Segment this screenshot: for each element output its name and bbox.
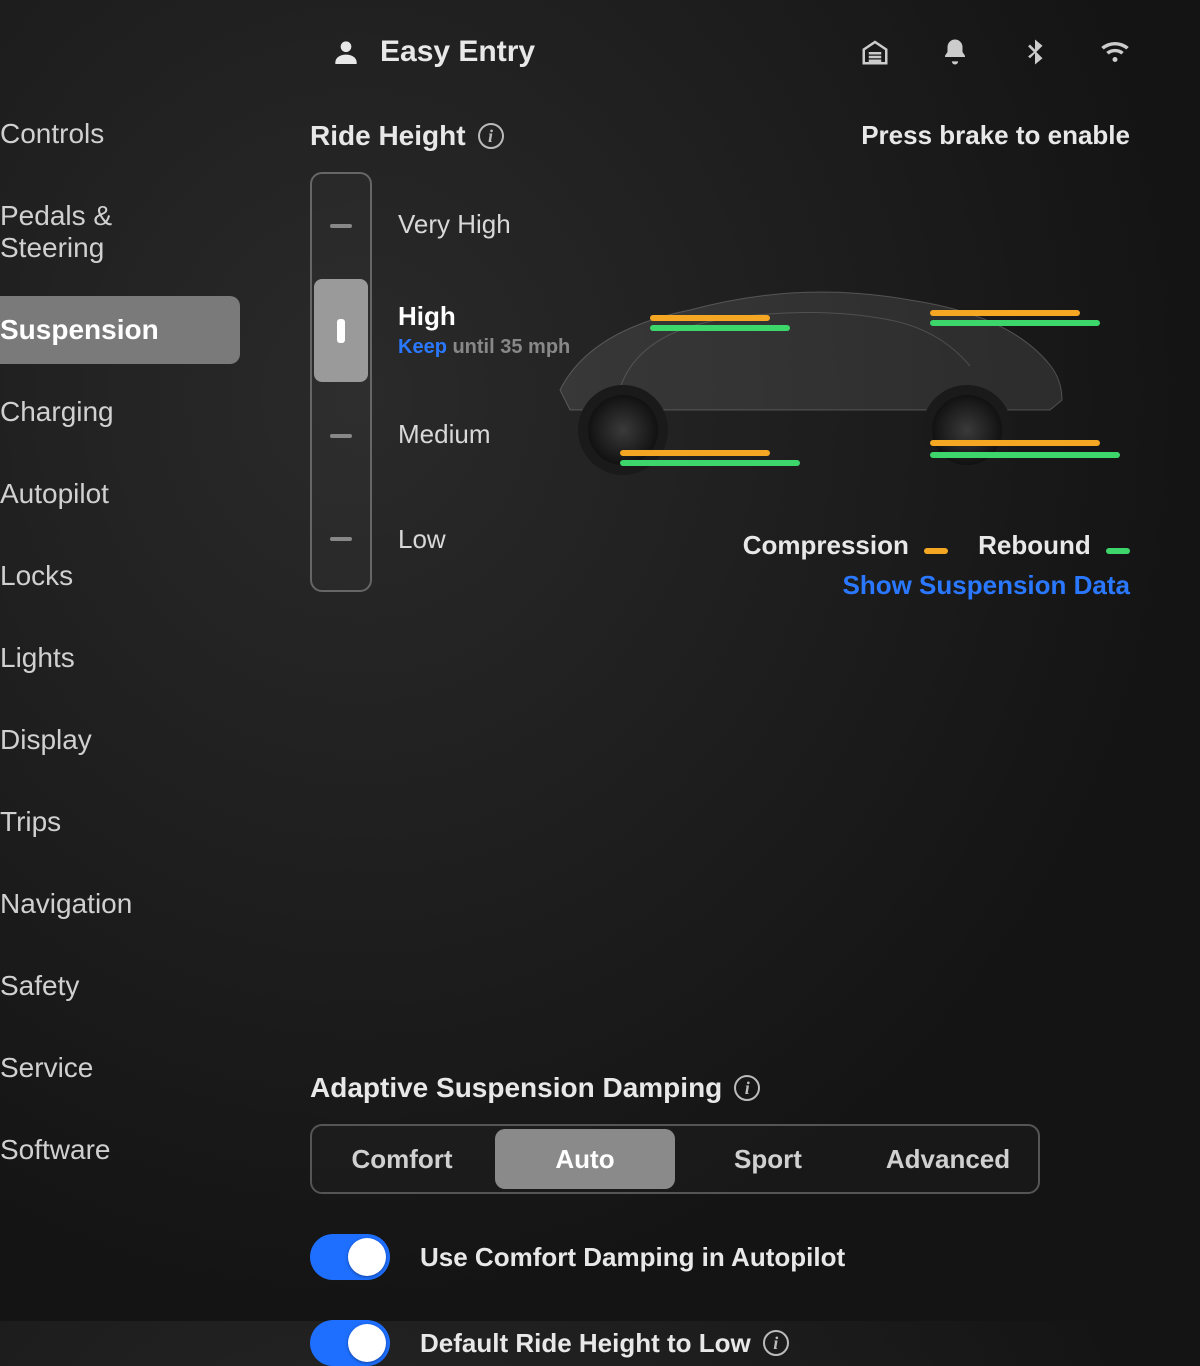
- legend-rebound: Rebound: [978, 530, 1130, 561]
- settings-sidebar: Controls Pedals & Steering Suspension Ch…: [0, 100, 240, 1198]
- ride-height-slider[interactable]: [310, 172, 372, 592]
- sidebar-item-safety[interactable]: Safety: [0, 952, 240, 1020]
- ride-height-slot-high[interactable]: [314, 279, 368, 382]
- adaptive-damping-section: Adaptive Suspension Damping i Comfort Au…: [310, 1072, 1180, 1366]
- sidebar-item-pedals-steering[interactable]: Pedals & Steering: [0, 182, 240, 282]
- toggle-comfort-autopilot-label: Use Comfort Damping in Autopilot: [420, 1242, 845, 1273]
- bar-rebound-rear-top: [930, 320, 1100, 326]
- legend-mark-compression: [924, 548, 948, 554]
- legend-compression: Compression: [743, 530, 948, 561]
- sidebar-item-navigation[interactable]: Navigation: [0, 870, 240, 938]
- toggle-comfort-autopilot[interactable]: [310, 1234, 390, 1280]
- bar-rebound-front-top: [650, 325, 790, 331]
- info-icon[interactable]: i: [763, 1330, 789, 1356]
- adaptive-header: Adaptive Suspension Damping i: [310, 1072, 1180, 1104]
- legend-mark-rebound: [1106, 548, 1130, 554]
- ride-height-slot-medium[interactable]: [312, 384, 370, 487]
- ride-height-slot-veryhigh[interactable]: [312, 174, 370, 277]
- sidebar-item-locks[interactable]: Locks: [0, 542, 240, 610]
- damping-option-auto[interactable]: Auto: [495, 1129, 675, 1189]
- bar-compression-rear-bottom: [930, 440, 1100, 446]
- press-brake-hint: Press brake to enable: [861, 120, 1130, 151]
- damping-segmented-control[interactable]: Comfort Auto Sport Advanced: [310, 1124, 1040, 1194]
- profile-icon[interactable]: [330, 36, 362, 68]
- adaptive-title: Adaptive Suspension Damping: [310, 1072, 722, 1104]
- sidebar-item-display[interactable]: Display: [0, 706, 240, 774]
- sidebar-item-trips[interactable]: Trips: [0, 788, 240, 856]
- ride-height-slot-low[interactable]: [312, 487, 370, 590]
- sidebar-item-controls[interactable]: Controls: [0, 100, 240, 168]
- sidebar-item-charging[interactable]: Charging: [0, 378, 240, 446]
- toggle-default-low-row: Default Ride Height to Low i: [310, 1320, 1180, 1366]
- wifi-icon[interactable]: [1100, 37, 1130, 67]
- bell-icon[interactable]: [940, 37, 970, 67]
- damping-option-sport[interactable]: Sport: [678, 1126, 858, 1192]
- info-icon[interactable]: i: [734, 1075, 760, 1101]
- sidebar-item-autopilot[interactable]: Autopilot: [0, 460, 240, 528]
- bluetooth-icon[interactable]: [1020, 37, 1050, 67]
- main-panel: Ride Height i Press brake to enable Very…: [310, 120, 1180, 1366]
- ride-height-title: Ride Height: [310, 120, 466, 152]
- vehicle-suspension-graphic: [530, 240, 1090, 520]
- bar-compression-rear-top: [930, 310, 1080, 316]
- profile-name[interactable]: Easy Entry: [380, 35, 535, 69]
- bar-compression-front-bottom: [620, 450, 770, 456]
- suspension-legend: Compression Rebound: [743, 530, 1130, 561]
- show-suspension-data-link[interactable]: Show Suspension Data: [843, 570, 1131, 601]
- sidebar-item-suspension[interactable]: Suspension: [0, 296, 240, 364]
- bar-rebound-rear-bottom: [930, 452, 1120, 458]
- damping-option-advanced[interactable]: Advanced: [858, 1126, 1038, 1192]
- garage-icon[interactable]: [860, 37, 890, 67]
- sidebar-item-service[interactable]: Service: [0, 1034, 240, 1102]
- toggle-comfort-autopilot-row: Use Comfort Damping in Autopilot: [310, 1234, 1180, 1280]
- bar-compression-front-top: [650, 315, 770, 321]
- rear-wheel: [922, 385, 1012, 475]
- sidebar-item-software[interactable]: Software: [0, 1116, 240, 1184]
- top-bar: Easy Entry: [0, 22, 1180, 82]
- bar-rebound-front-bottom: [620, 460, 800, 466]
- toggle-default-low-label: Default Ride Height to Low i: [420, 1328, 789, 1359]
- sidebar-item-lights[interactable]: Lights: [0, 624, 240, 692]
- damping-option-comfort[interactable]: Comfort: [312, 1126, 492, 1192]
- info-icon[interactable]: i: [478, 123, 504, 149]
- toggle-default-low[interactable]: [310, 1320, 390, 1366]
